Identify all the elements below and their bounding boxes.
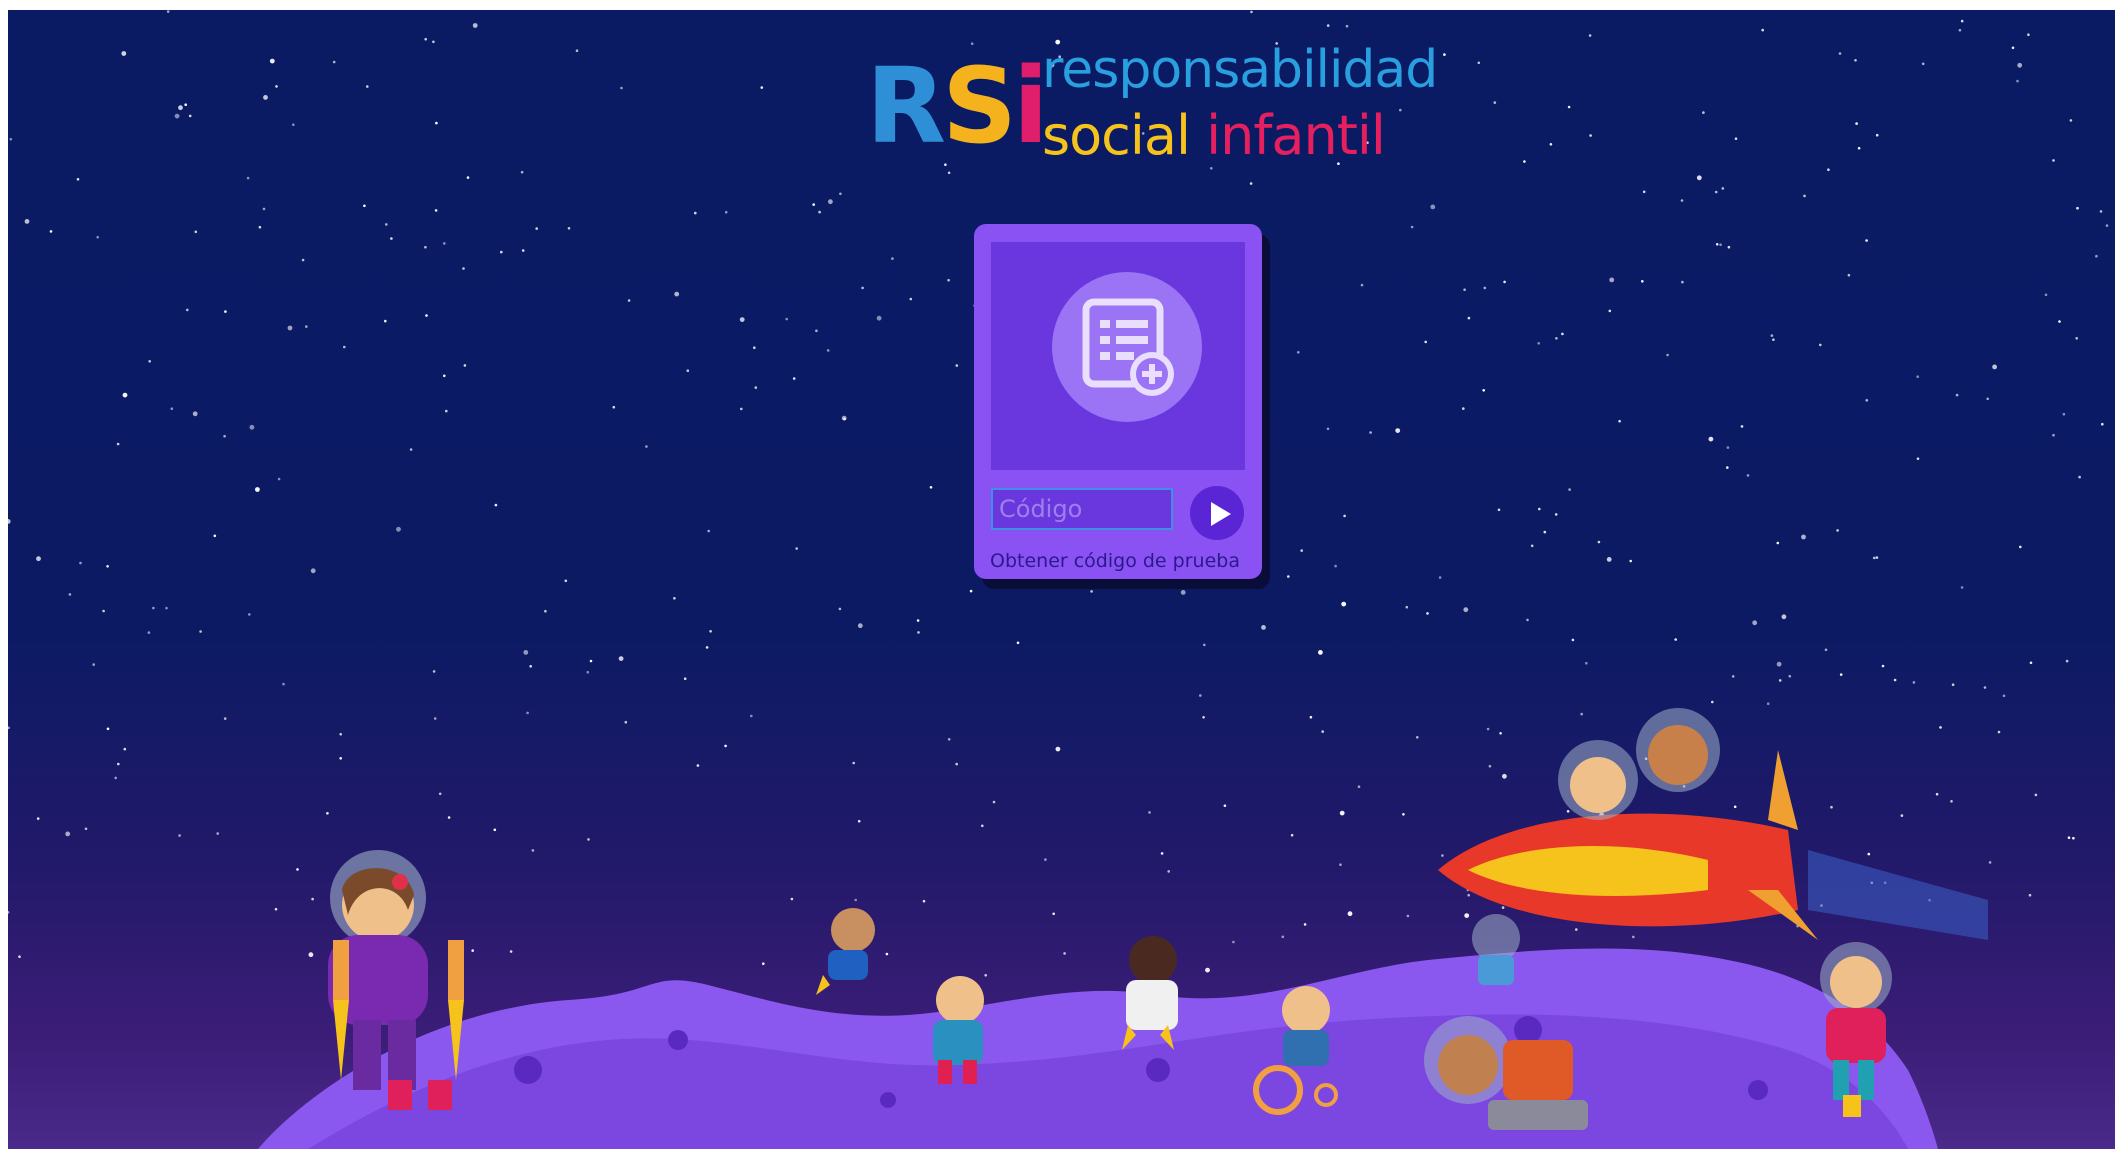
card-image-panel [991,242,1245,470]
floating-kid-character [816,908,875,995]
logo-letter-s: S [942,45,1017,167]
rsi-mark: RSi [866,45,1049,167]
submit-code-button[interactable] [1190,486,1244,540]
logo-letter-r: R [866,45,946,167]
planet-ground [258,708,1988,1149]
rocket-character [1438,708,1988,940]
logo-word-infantil: infantil [1206,104,1386,167]
play-icon [1211,502,1231,526]
form-add-icon [1082,298,1174,396]
logo-line-2: social infantil [1042,104,1386,167]
get-trial-code-link[interactable]: Obtener código de prueba [990,550,1240,572]
logo-letter-i: i [1013,45,1049,167]
space-background: RSi responsabilidad social infantil Códi… [8,10,2115,1149]
logo-line-1: responsabilidad [1042,40,1438,100]
form-icon-circle [1052,272,1202,422]
rsi-logo: RSi responsabilidad social infantil [858,40,1438,170]
code-input[interactable] [991,488,1173,530]
login-card: Obtener código de prueba [974,224,1262,579]
small-robot-character [1472,914,1520,985]
logo-word-social: social [1042,104,1191,167]
